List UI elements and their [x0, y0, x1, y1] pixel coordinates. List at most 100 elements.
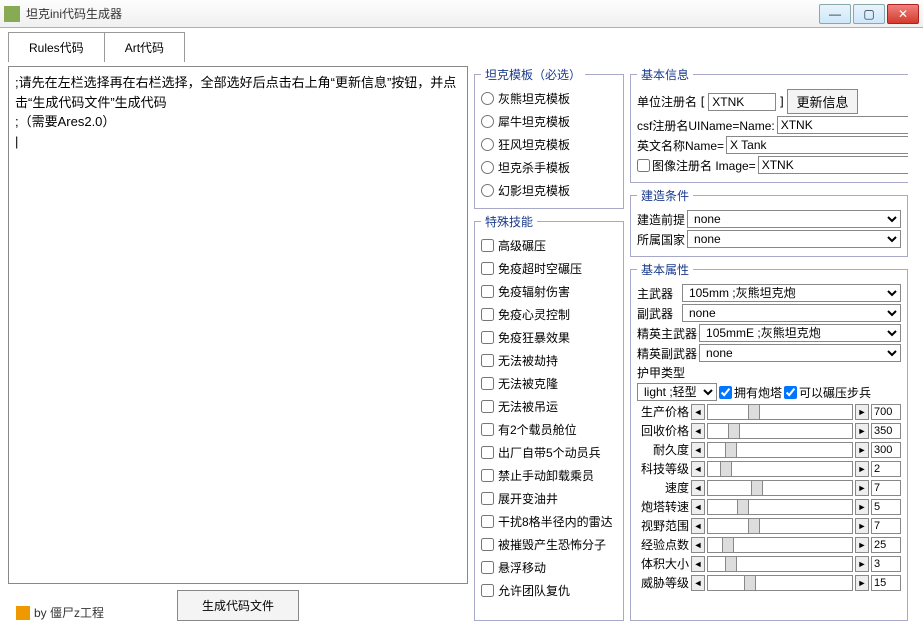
slider-track-1[interactable]	[707, 423, 853, 439]
skill-checkbox-4[interactable]	[481, 331, 494, 344]
prereq-select[interactable]: none	[687, 210, 901, 228]
owner-select[interactable]: none	[687, 230, 901, 248]
slider-value-3[interactable]	[871, 461, 901, 477]
slider-left-arrow[interactable]: ◄	[691, 404, 705, 420]
skill-checkbox-7[interactable]	[481, 400, 494, 413]
skill-label: 允许团队复仇	[498, 582, 570, 599]
skill-checkbox-1[interactable]	[481, 262, 494, 275]
turret-checkbox[interactable]	[719, 386, 732, 399]
skill-checkbox-9[interactable]	[481, 446, 494, 459]
generate-button[interactable]: 生成代码文件	[177, 590, 299, 621]
slider-label: 威胁等级	[637, 574, 689, 591]
slider-left-arrow[interactable]: ◄	[691, 480, 705, 496]
template-radio-1[interactable]	[481, 115, 494, 128]
skill-checkbox-0[interactable]	[481, 239, 494, 252]
slider-value-5[interactable]	[871, 499, 901, 515]
slider-value-9[interactable]	[871, 575, 901, 591]
skill-checkbox-3[interactable]	[481, 308, 494, 321]
crush-checkbox[interactable]	[784, 386, 797, 399]
slider-track-2[interactable]	[707, 442, 853, 458]
skill-checkbox-13[interactable]	[481, 538, 494, 551]
armor-select[interactable]: light ;轻型	[637, 383, 717, 401]
template-label: 犀牛坦克模板	[498, 113, 570, 130]
slider-value-1[interactable]	[871, 423, 901, 439]
slider-track-5[interactable]	[707, 499, 853, 515]
skill-checkbox-11[interactable]	[481, 492, 494, 505]
slider-right-arrow[interactable]: ►	[855, 442, 869, 458]
primary-weapon-select[interactable]: 105mm ;灰熊坦克炮	[682, 284, 901, 302]
code-editor[interactable]: ;请先在左栏选择再在右栏选择，全部选好后点击右上角“更新信息”按钮，并点击“生成…	[8, 66, 468, 584]
slider-track-8[interactable]	[707, 556, 853, 572]
csf-name-input[interactable]	[777, 116, 908, 134]
skill-checkbox-2[interactable]	[481, 285, 494, 298]
slider-value-0[interactable]	[871, 404, 901, 420]
slider-right-arrow[interactable]: ►	[855, 480, 869, 496]
slider-left-arrow[interactable]: ◄	[691, 537, 705, 553]
template-radio-3[interactable]	[481, 161, 494, 174]
skill-checkbox-6[interactable]	[481, 377, 494, 390]
reg-name-input[interactable]	[708, 93, 776, 111]
byline: by 僵尸z工程	[16, 604, 104, 621]
slider-right-arrow[interactable]: ►	[855, 537, 869, 553]
slider-right-arrow[interactable]: ►	[855, 461, 869, 477]
slider-right-arrow[interactable]: ►	[855, 575, 869, 591]
slider-left-arrow[interactable]: ◄	[691, 518, 705, 534]
slider-right-arrow[interactable]: ►	[855, 404, 869, 420]
slider-value-7[interactable]	[871, 537, 901, 553]
slider-track-9[interactable]	[707, 575, 853, 591]
skill-label: 展开变油井	[498, 490, 558, 507]
skill-checkbox-5[interactable]	[481, 354, 494, 367]
slider-track-4[interactable]	[707, 480, 853, 496]
slider-left-arrow[interactable]: ◄	[691, 442, 705, 458]
skill-checkbox-12[interactable]	[481, 515, 494, 528]
template-radio-4[interactable]	[481, 184, 494, 197]
image-reg-checkbox[interactable]	[637, 159, 650, 172]
tab-art[interactable]: Art代码	[105, 32, 185, 62]
slider-value-8[interactable]	[871, 556, 901, 572]
slider-track-7[interactable]	[707, 537, 853, 553]
minimize-button[interactable]: —	[819, 4, 851, 24]
skill-label: 免疫超时空碾压	[498, 260, 582, 277]
elite-primary-select[interactable]: 105mmE ;灰熊坦克炮	[699, 324, 901, 342]
slider-right-arrow[interactable]: ►	[855, 499, 869, 515]
skill-checkbox-10[interactable]	[481, 469, 494, 482]
slider-right-arrow[interactable]: ►	[855, 556, 869, 572]
slider-value-4[interactable]	[871, 480, 901, 496]
slider-left-arrow[interactable]: ◄	[691, 556, 705, 572]
slider-value-2[interactable]	[871, 442, 901, 458]
slider-track-0[interactable]	[707, 404, 853, 420]
template-label: 灰熊坦克模板	[498, 90, 570, 107]
slider-label: 科技等级	[637, 460, 689, 477]
template-radio-0[interactable]	[481, 92, 494, 105]
maximize-button[interactable]: ▢	[853, 4, 885, 24]
slider-left-arrow[interactable]: ◄	[691, 499, 705, 515]
skill-checkbox-15[interactable]	[481, 584, 494, 597]
slider-left-arrow[interactable]: ◄	[691, 423, 705, 439]
elite-secondary-select[interactable]: none	[699, 344, 901, 362]
skill-checkbox-14[interactable]	[481, 561, 494, 574]
slider-track-3[interactable]	[707, 461, 853, 477]
update-button[interactable]: 更新信息	[787, 89, 857, 114]
template-radio-2[interactable]	[481, 138, 494, 151]
english-name-input[interactable]	[726, 136, 908, 154]
slider-label: 速度	[637, 479, 689, 496]
slider-value-6[interactable]	[871, 518, 901, 534]
slider-label: 耐久度	[637, 441, 689, 458]
skill-label: 无法被吊运	[498, 398, 558, 415]
skill-label: 免疫狂暴效果	[498, 329, 570, 346]
template-label: 幻影坦克模板	[498, 182, 570, 199]
tab-rules[interactable]: Rules代码	[8, 32, 105, 62]
close-button[interactable]: ✕	[887, 4, 919, 24]
slider-label: 体积大小	[637, 555, 689, 572]
slider-right-arrow[interactable]: ►	[855, 423, 869, 439]
tab-bar: Rules代码 Art代码	[0, 28, 923, 62]
app-icon	[4, 6, 20, 22]
slider-right-arrow[interactable]: ►	[855, 518, 869, 534]
image-name-input[interactable]	[758, 156, 908, 174]
secondary-weapon-select[interactable]: none	[682, 304, 901, 322]
skill-checkbox-8[interactable]	[481, 423, 494, 436]
slider-left-arrow[interactable]: ◄	[691, 461, 705, 477]
slider-track-6[interactable]	[707, 518, 853, 534]
slider-left-arrow[interactable]: ◄	[691, 575, 705, 591]
skills-group: 特殊技能 高级碾压免疫超时空碾压免疫辐射伤害免疫心灵控制免疫狂暴效果无法被劫持无…	[474, 213, 624, 621]
